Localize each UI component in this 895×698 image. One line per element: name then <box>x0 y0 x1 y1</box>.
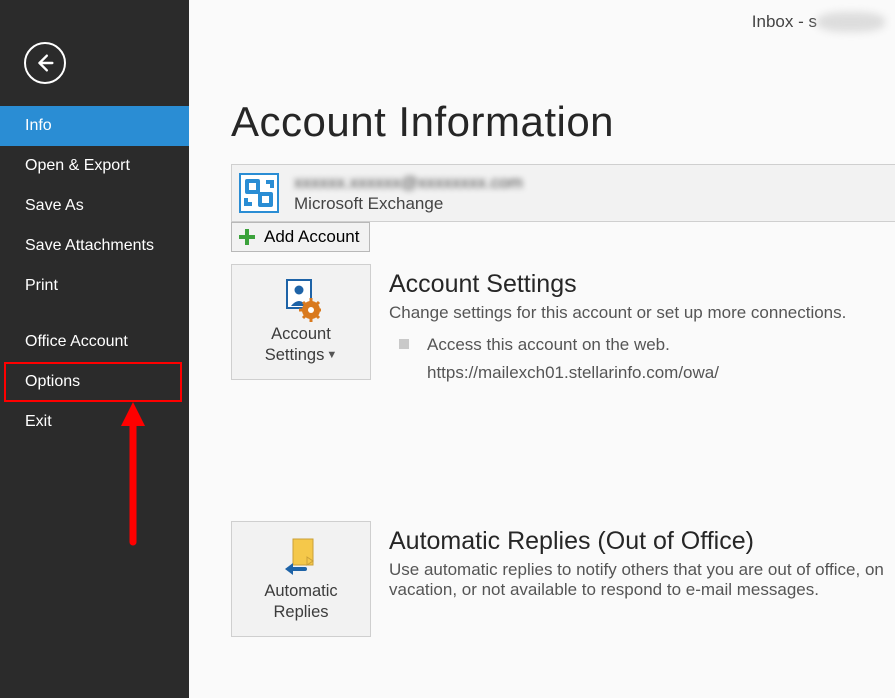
account-selector[interactable]: xxxxxx.xxxxxx@xxxxxxxx.com Microsoft Exc… <box>231 164 895 222</box>
bullet-icon <box>399 339 409 349</box>
automatic-replies-section: Automatic Replies Automatic Replies (Out… <box>231 521 895 637</box>
account-settings-title: Account Settings <box>389 270 846 299</box>
account-settings-icon <box>281 278 321 322</box>
nav-options[interactable]: Options <box>0 362 189 402</box>
account-type: Microsoft Exchange <box>294 193 523 214</box>
account-settings-tile-label: Account Settings▼ <box>265 324 338 365</box>
dropdown-caret-icon: ▼ <box>326 349 337 363</box>
account-email-suffix: .com <box>486 173 523 192</box>
automatic-replies-tile-label: Automatic Replies <box>264 581 337 622</box>
title-blurred: xxxxxxxx <box>817 12 885 32</box>
title-prefix: Inbox - s <box>752 12 817 31</box>
nav-print[interactable]: Print <box>0 266 189 306</box>
nav-info[interactable]: Info <box>0 106 189 146</box>
add-account-label: Add Account <box>264 227 359 247</box>
automatic-replies-tile[interactable]: Automatic Replies <box>231 521 371 637</box>
backstage-sidebar: Info Open & Export Save As Save Attachme… <box>0 0 189 698</box>
automatic-replies-icon <box>281 535 321 579</box>
page-title: Account Information <box>231 98 895 146</box>
account-settings-tile[interactable]: Account Settings▼ <box>231 264 371 380</box>
account-settings-section: Account Settings▼ Account Settings Chang… <box>231 264 895 387</box>
nav-exit[interactable]: Exit <box>0 402 189 442</box>
exchange-icon <box>238 172 280 214</box>
window-title: Inbox - sxxxxxxxx <box>189 0 895 40</box>
main-panel: Inbox - sxxxxxxxx Account Information xx… <box>189 0 895 698</box>
plus-icon <box>238 228 256 246</box>
nav-list: Info Open & Export Save As Save Attachme… <box>0 106 189 442</box>
account-settings-desc: Change settings for this account or set … <box>389 303 846 323</box>
owa-link[interactable]: Access this account on the web. https://… <box>427 331 719 387</box>
nav-office-account[interactable]: Office Account <box>0 322 189 362</box>
nav-open-export[interactable]: Open & Export <box>0 146 189 186</box>
back-arrow-icon <box>34 52 56 74</box>
add-account-button[interactable]: Add Account <box>231 222 370 252</box>
nav-save-attachments[interactable]: Save Attachments <box>0 226 189 266</box>
automatic-replies-title: Automatic Replies (Out of Office) <box>389 527 895 556</box>
nav-save-as[interactable]: Save As <box>0 186 189 226</box>
automatic-replies-desc: Use automatic replies to notify others t… <box>389 560 895 600</box>
account-email: xxxxxx.xxxxxx@xxxxxxxx.com <box>294 172 523 193</box>
back-button[interactable] <box>24 42 66 84</box>
